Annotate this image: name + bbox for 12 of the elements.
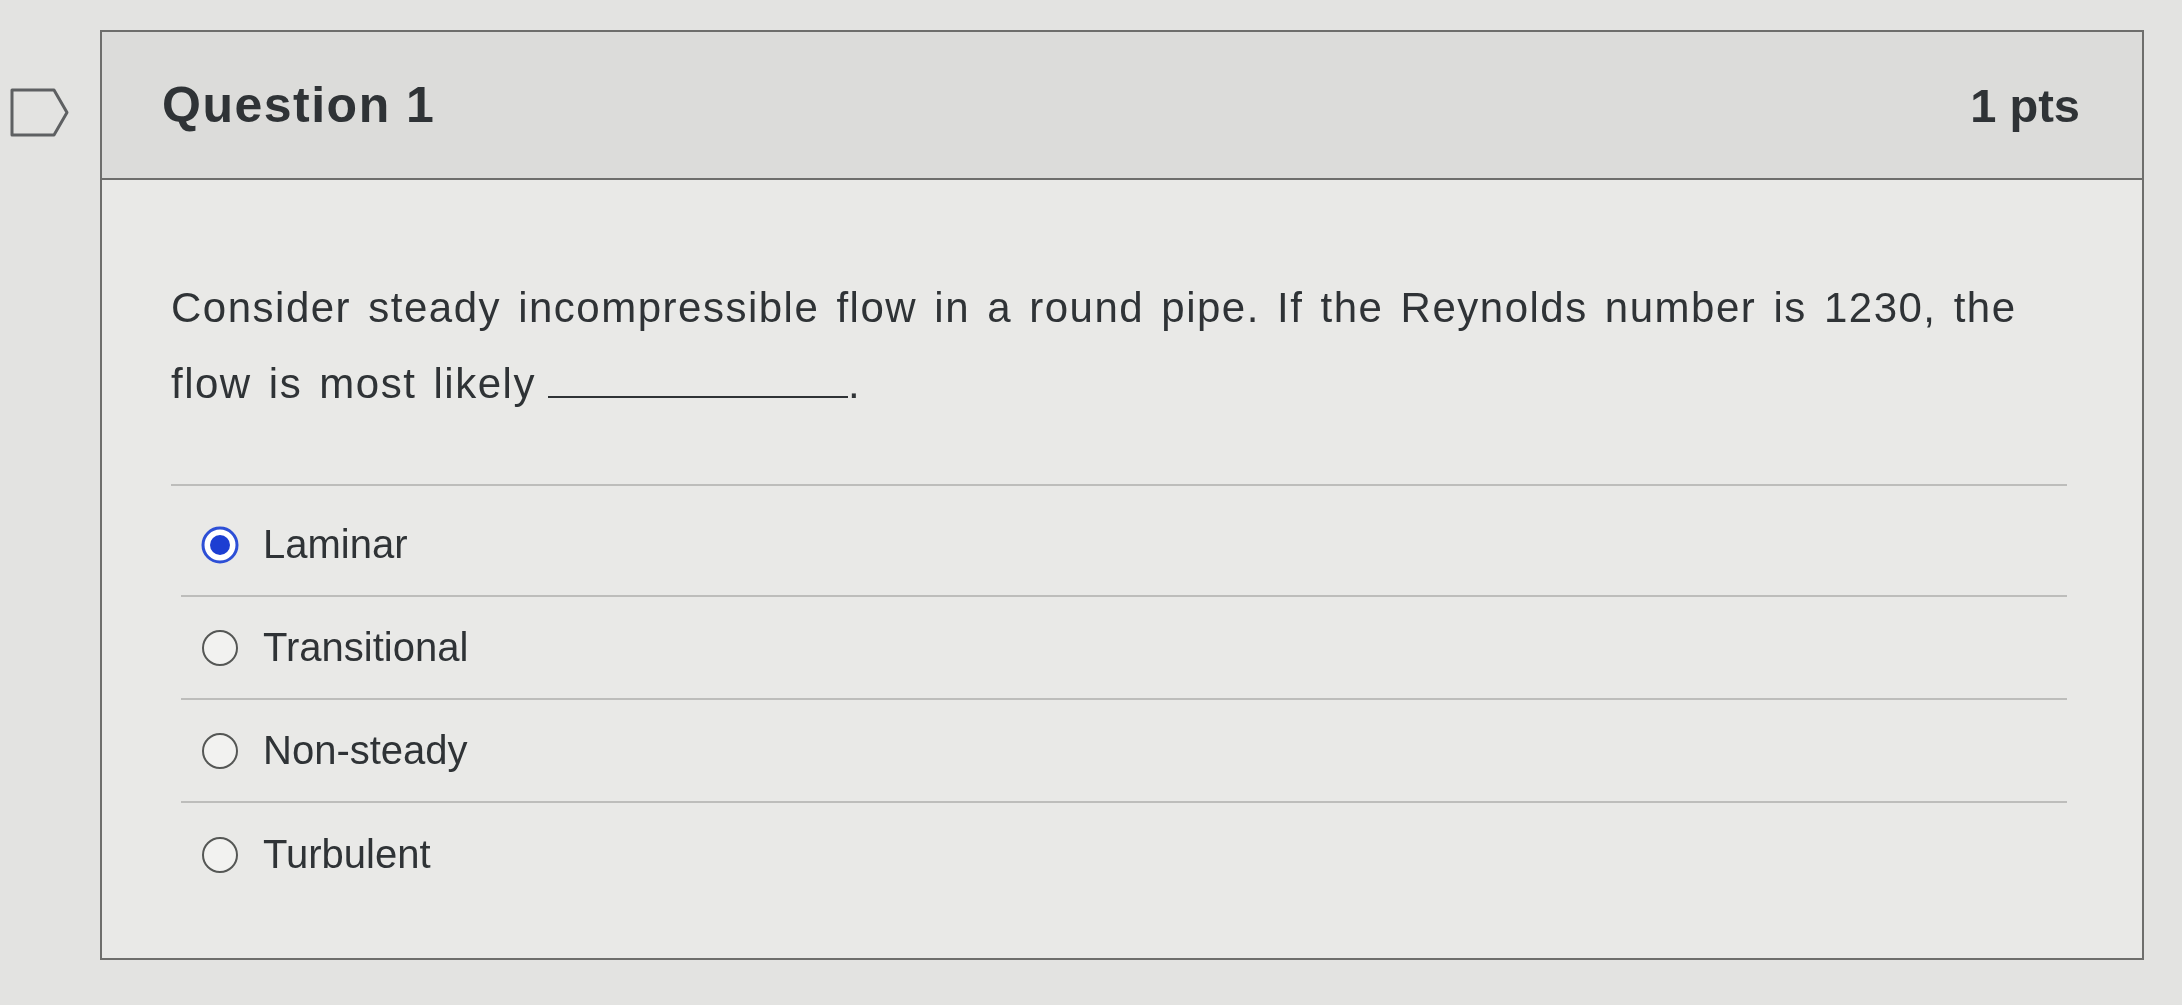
radio-button[interactable] [201, 835, 239, 874]
radio-button[interactable] [201, 731, 239, 770]
radio-button[interactable] [201, 525, 239, 564]
radio-button[interactable] [201, 628, 239, 667]
question-text: Consider steady incompressible flow in a round pipe. If the Reynolds number is 1230, the flow is most likely . [171, 283, 2018, 409]
answer-label[interactable]: Non-steady [263, 728, 468, 773]
answer-label[interactable]: Laminar [263, 522, 408, 567]
question-title: Question 1 [162, 76, 436, 134]
answer-label[interactable]: Turbulent [263, 832, 431, 877]
answer-label[interactable]: Transitional [263, 625, 469, 670]
points-label: 1 pts [1970, 77, 2080, 133]
flag-icon[interactable] [10, 88, 69, 137]
